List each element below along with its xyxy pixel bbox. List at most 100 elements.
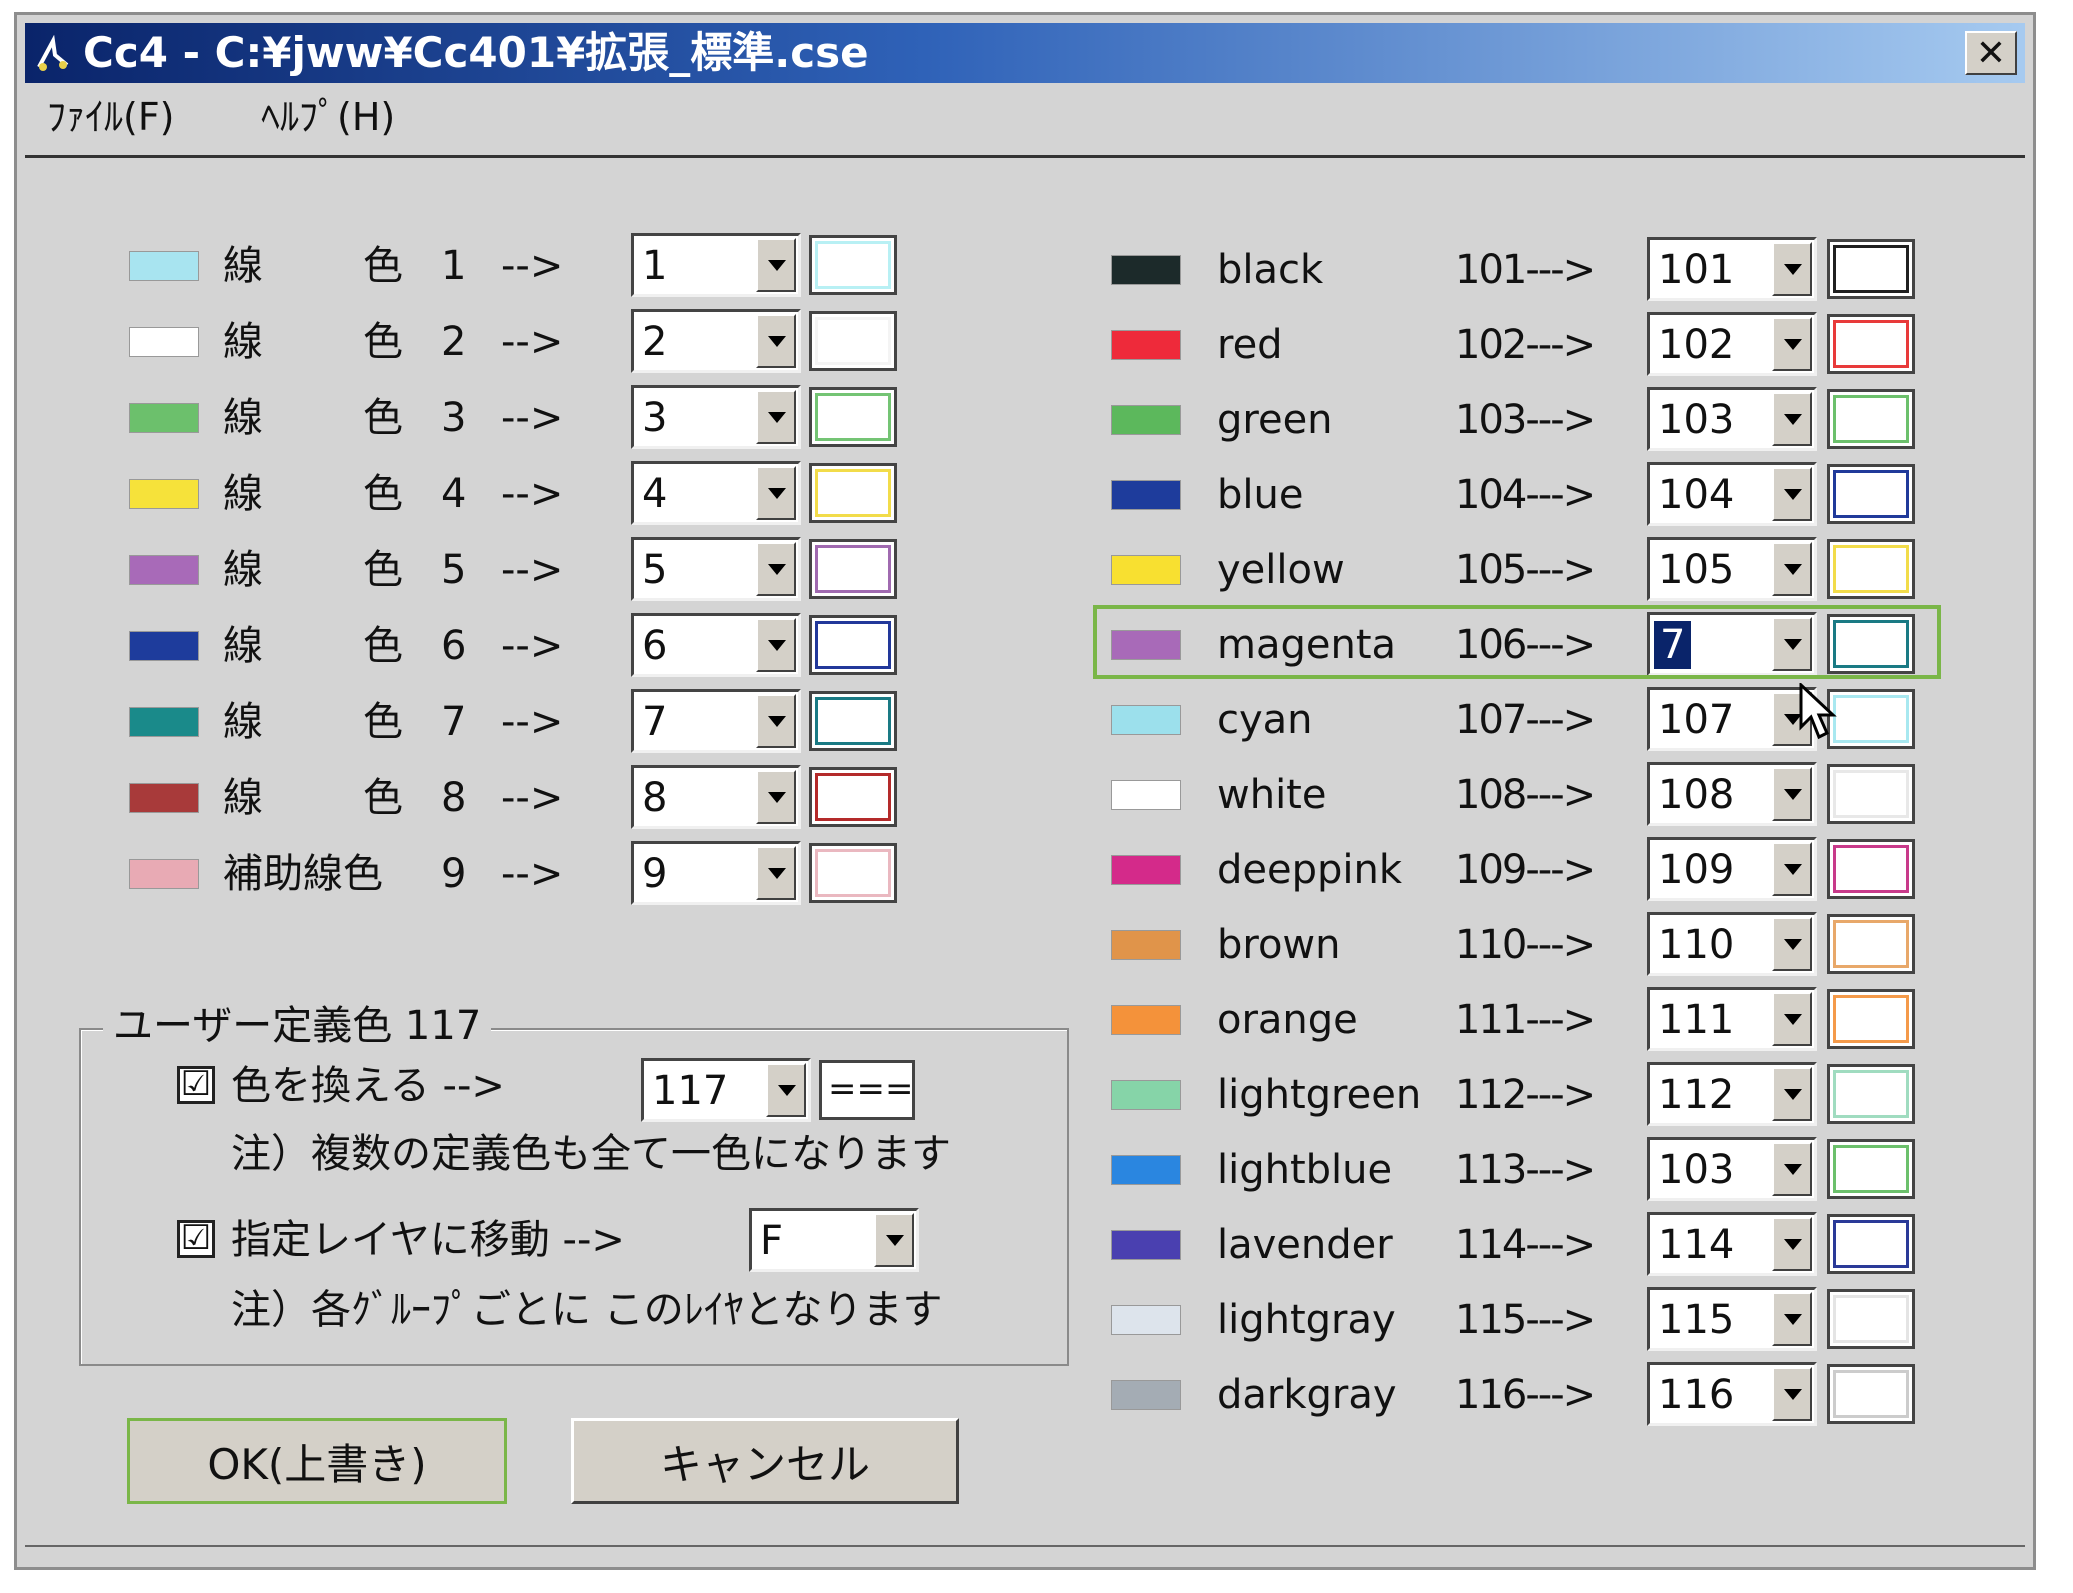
color-preview	[1827, 914, 1915, 974]
color-preview-border	[1833, 770, 1909, 818]
named-color-row: cyan 107---> 107	[17, 685, 2017, 755]
named-color-row: brown 110---> 110	[17, 910, 2017, 980]
window-title: Cc4 - C:¥jww¥Cc401¥拡張_標準.cse	[83, 28, 869, 77]
color-select-value: 112	[1658, 1072, 1735, 1118]
color-preview-border	[1833, 1145, 1909, 1193]
color-name: brown	[1217, 922, 1341, 968]
chevron-down-icon[interactable]	[1772, 1142, 1812, 1196]
color-swatch	[1111, 255, 1181, 285]
chevron-down-icon[interactable]	[1772, 1367, 1812, 1421]
color-name: black	[1217, 247, 1324, 293]
color-select[interactable]: 103	[1647, 1137, 1817, 1201]
highlight-frame-magenta	[1093, 605, 1941, 679]
color-select[interactable]: 102	[1647, 312, 1817, 376]
color-preview	[1827, 314, 1915, 374]
color-swatch	[1111, 1380, 1181, 1410]
color-name: lightgray	[1217, 1297, 1396, 1343]
color-select-value: 109	[1658, 847, 1735, 893]
chevron-down-icon[interactable]	[1772, 242, 1812, 296]
color-preview-border	[1833, 245, 1909, 293]
color-select[interactable]: 110	[1647, 912, 1817, 976]
move-layer-checkbox[interactable]: ☑	[177, 1220, 215, 1258]
named-color-row: white 108---> 108	[17, 760, 2017, 830]
color-select[interactable]: 104	[1647, 462, 1817, 526]
color-select-value: 104	[1658, 472, 1735, 518]
color-select-value: 108	[1658, 772, 1735, 818]
color-name: darkgray	[1217, 1372, 1397, 1418]
menu-help[interactable]: ﾍﾙﾌﾟ(H)	[261, 93, 395, 141]
color-select[interactable]: 111	[1647, 987, 1817, 1051]
bottom-edge	[25, 1545, 2025, 1547]
chevron-down-icon[interactable]	[1772, 392, 1812, 446]
chevron-down-icon[interactable]	[1772, 992, 1812, 1046]
color-select[interactable]: 115	[1647, 1287, 1817, 1351]
color-preview-border	[1833, 470, 1909, 518]
named-color-row: red 102---> 102	[17, 310, 2017, 380]
color-swatch	[1111, 555, 1181, 585]
replace-color-select[interactable]: 117	[641, 1058, 811, 1122]
menu-separator	[25, 155, 2025, 158]
color-select-value: 107	[1658, 697, 1735, 743]
color-preview-border	[1833, 1220, 1909, 1268]
color-select[interactable]: 112	[1647, 1062, 1817, 1126]
color-select[interactable]: 105	[1647, 537, 1817, 601]
layer-select[interactable]: F	[749, 1208, 919, 1272]
color-select-value: 103	[1658, 1147, 1735, 1193]
color-select-value: 102	[1658, 322, 1735, 368]
chevron-down-icon[interactable]	[874, 1213, 914, 1267]
color-select[interactable]: 108	[1647, 762, 1817, 826]
color-preview	[1827, 389, 1915, 449]
title-bar[interactable]: Cc4 - C:¥jww¥Cc401¥拡張_標準.cse ✕	[25, 23, 2025, 83]
chevron-down-icon[interactable]	[1772, 917, 1812, 971]
color-name: yellow	[1217, 547, 1345, 593]
color-preview	[1827, 1364, 1915, 1424]
named-color-row: yellow 105---> 105	[17, 535, 2017, 605]
color-select[interactable]: 114	[1647, 1212, 1817, 1276]
cancel-button[interactable]: キャンセル	[571, 1418, 959, 1504]
menu-file[interactable]: ﾌｧｲﾙ(F)	[47, 93, 175, 141]
color-name: white	[1217, 772, 1327, 818]
color-preview-border	[1833, 545, 1909, 593]
color-code: 102--->	[1455, 322, 1596, 368]
chevron-down-icon[interactable]	[1772, 317, 1812, 371]
chevron-down-icon[interactable]	[1772, 767, 1812, 821]
color-select[interactable]: 103	[1647, 387, 1817, 451]
color-code: 115--->	[1455, 1297, 1596, 1343]
color-name: lightgreen	[1217, 1072, 1422, 1118]
color-preview-border	[1833, 1295, 1909, 1343]
replace-color-label: 色を換える -->	[231, 1063, 505, 1109]
dialog-window: Cc4 - C:¥jww¥Cc401¥拡張_標準.cse ✕ ﾌｧｲﾙ(F) ﾍ…	[14, 12, 2036, 1570]
mouse-cursor-icon	[1799, 683, 1837, 740]
color-code: 116--->	[1455, 1372, 1596, 1418]
close-button[interactable]: ✕	[1965, 31, 2017, 75]
replace-color-checkbox[interactable]: ☑	[177, 1066, 215, 1104]
chevron-down-icon[interactable]	[1772, 467, 1812, 521]
color-select[interactable]: 101	[1647, 237, 1817, 301]
color-preview	[1827, 239, 1915, 299]
chevron-down-icon[interactable]	[1772, 1067, 1812, 1121]
color-preview	[1827, 1289, 1915, 1349]
color-swatch	[1111, 1305, 1181, 1335]
chevron-down-icon[interactable]	[1772, 542, 1812, 596]
color-swatch	[1111, 1080, 1181, 1110]
app-icon	[37, 35, 69, 71]
color-preview-border	[1833, 995, 1909, 1043]
ok-button[interactable]: OK(上書き)	[127, 1418, 507, 1504]
color-code: 112--->	[1455, 1072, 1596, 1118]
chevron-down-icon[interactable]	[766, 1063, 806, 1117]
color-preview-border	[1833, 320, 1909, 368]
chevron-down-icon[interactable]	[1772, 1292, 1812, 1346]
color-preview-border	[1833, 845, 1909, 893]
color-name: blue	[1217, 472, 1304, 518]
color-name: green	[1217, 397, 1333, 443]
color-code: 114--->	[1455, 1222, 1596, 1268]
color-preview	[1827, 1214, 1915, 1274]
color-select[interactable]: 109	[1647, 837, 1817, 901]
color-swatch	[1111, 1155, 1181, 1185]
chevron-down-icon[interactable]	[1772, 1217, 1812, 1271]
color-select[interactable]: 107	[1647, 687, 1817, 751]
color-select-value: 105	[1658, 547, 1735, 593]
chevron-down-icon[interactable]	[1772, 842, 1812, 896]
color-select[interactable]: 116	[1647, 1362, 1817, 1426]
color-select-value: 116	[1658, 1372, 1735, 1418]
